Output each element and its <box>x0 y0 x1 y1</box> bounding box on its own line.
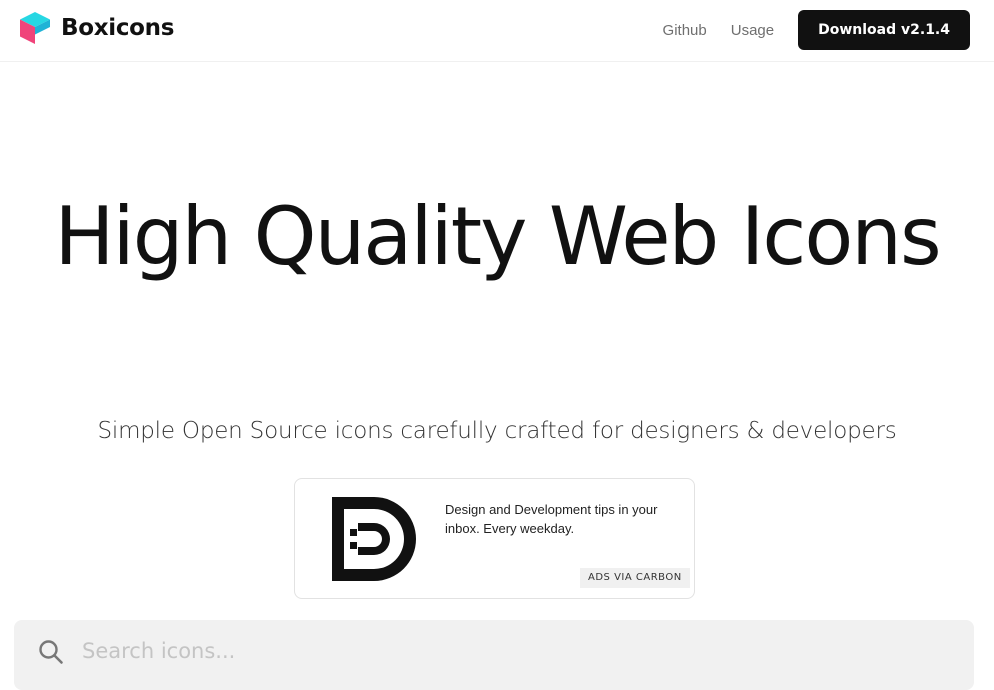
brand-logo-link[interactable]: Boxicons <box>19 11 174 45</box>
search-input[interactable] <box>80 632 944 670</box>
top-navbar: Boxicons Github Usage Download v2.1.4 <box>0 0 994 62</box>
hero-subtitle: Simple Open Source icons carefully craft… <box>97 418 897 444</box>
search-icon <box>38 639 64 669</box>
nav-links: Github Usage Download v2.1.4 <box>663 10 970 50</box>
boxicons-logo-icon <box>19 11 51 45</box>
hero-title: High Quality Web Icons <box>54 190 941 283</box>
download-button[interactable]: Download v2.1.4 <box>798 10 970 50</box>
search-bar[interactable] <box>14 620 974 690</box>
nav-link-usage[interactable]: Usage <box>731 22 774 39</box>
ads-via-carbon-badge[interactable]: ADS VIA CARBON <box>580 568 690 588</box>
dd-logo-icon[interactable] <box>332 497 418 585</box>
nav-link-github[interactable]: Github <box>663 22 707 39</box>
carbon-ad[interactable]: Design and Development tips in your inbo… <box>294 478 695 599</box>
ad-text[interactable]: Design and Development tips in your inbo… <box>445 500 675 538</box>
brand-name: Boxicons <box>61 15 175 41</box>
